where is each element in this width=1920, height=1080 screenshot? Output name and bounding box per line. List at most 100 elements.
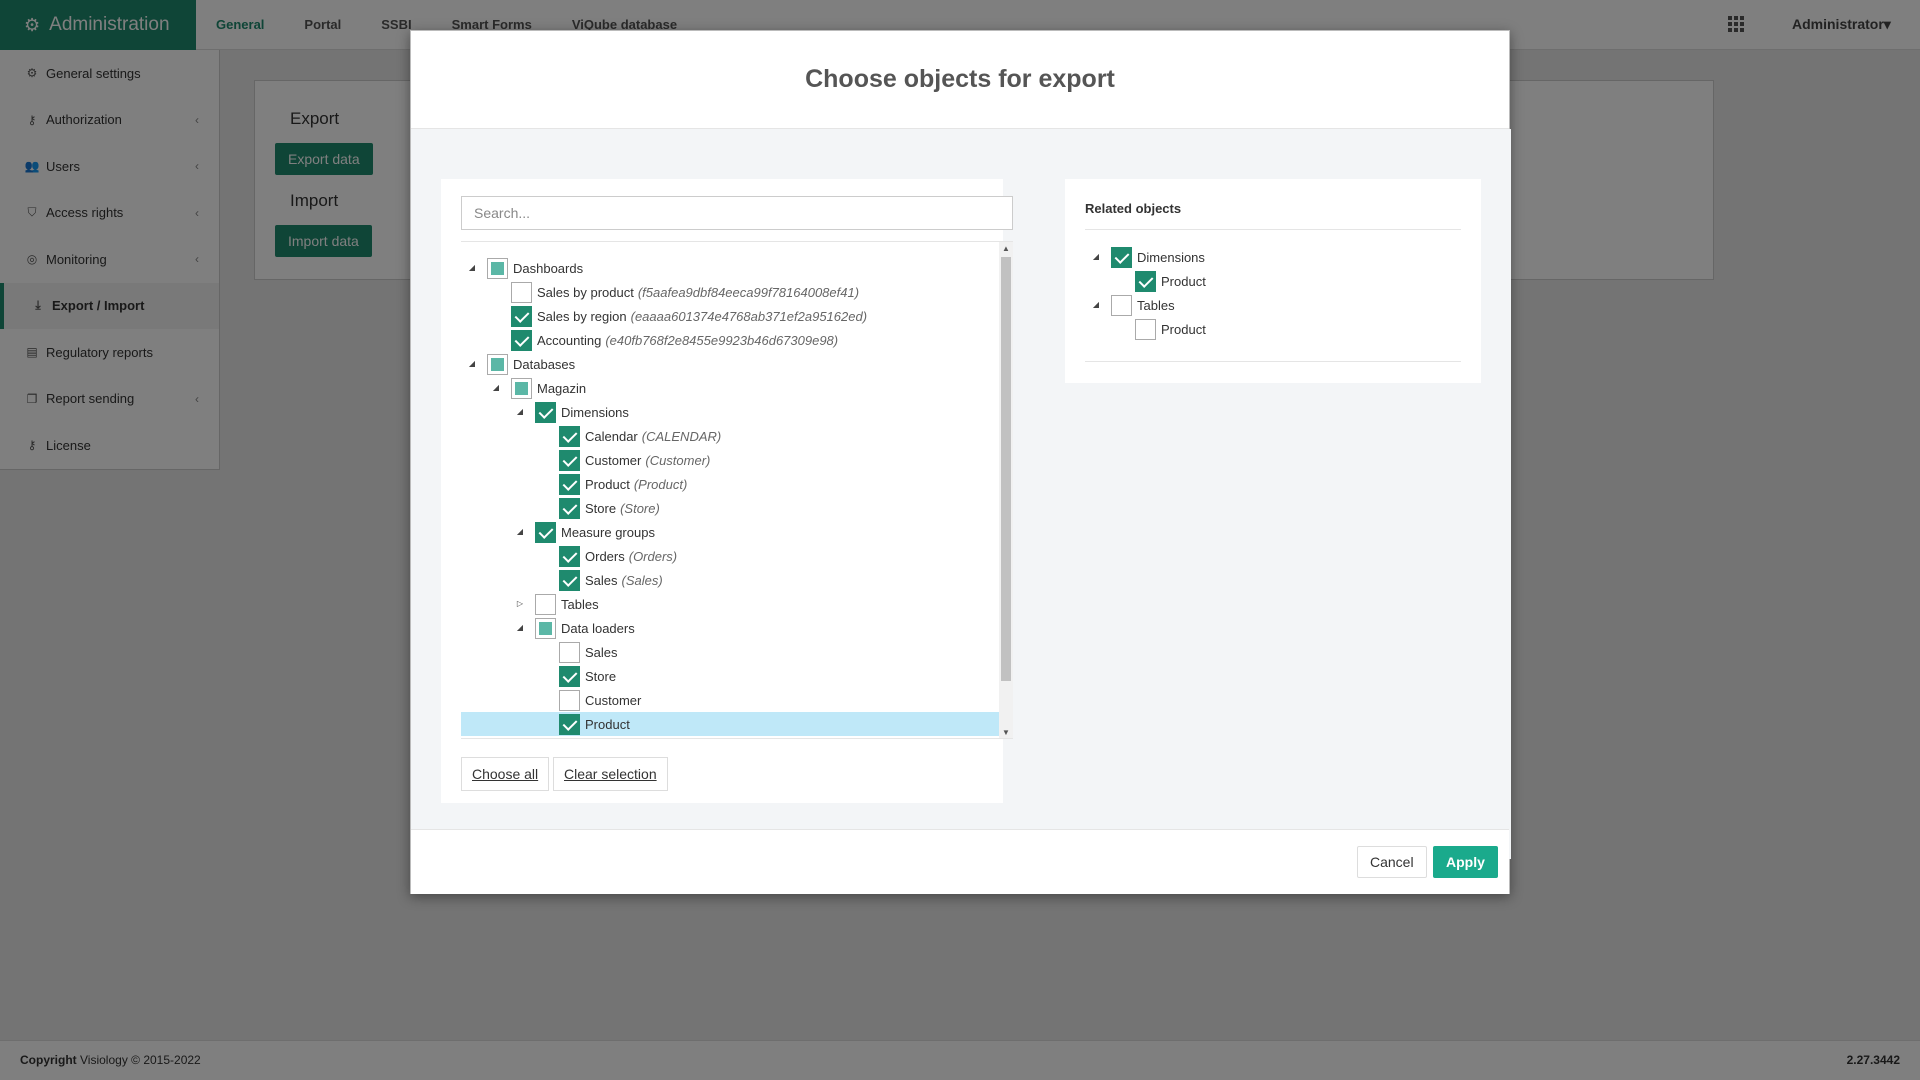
tree-node[interactable]: Orders (Orders) xyxy=(461,544,677,568)
node-code: (f5aafea9dbf84eeca99f78164008ef41) xyxy=(637,284,860,300)
node-checkbox[interactable] xyxy=(511,377,532,399)
choose-all-button[interactable]: Choose all xyxy=(461,757,550,791)
node-code: (CALENDAR) xyxy=(641,428,722,444)
expanded-toggle-icon[interactable]: ◢ xyxy=(467,263,477,273)
expanded-toggle-icon[interactable]: ◢ xyxy=(515,623,525,633)
node-checkbox[interactable] xyxy=(1135,270,1156,292)
tree-node[interactable]: Store xyxy=(461,664,616,688)
cancel-button[interactable]: Cancel xyxy=(1357,846,1427,878)
node-checkbox[interactable] xyxy=(511,305,532,327)
tree-node[interactable]: ◢ Dimensions xyxy=(461,400,629,424)
node-checkbox[interactable] xyxy=(1135,318,1156,340)
expanded-toggle-icon[interactable]: ◢ xyxy=(491,383,501,393)
node-label: Product xyxy=(1161,321,1206,337)
node-checkbox[interactable] xyxy=(1111,246,1132,268)
node-checkbox[interactable] xyxy=(559,569,580,591)
node-label: Data loaders xyxy=(561,620,635,636)
node-label: Dimensions xyxy=(1137,249,1205,265)
node-label: Product xyxy=(1161,273,1206,289)
node-label: Measure groups xyxy=(561,524,655,540)
divider xyxy=(1085,361,1461,362)
tree-node[interactable]: Product xyxy=(1065,269,1206,293)
tree-node[interactable]: Calendar (CALENDAR) xyxy=(461,424,721,448)
tree-node[interactable]: ◢ Tables xyxy=(1065,293,1175,317)
node-checkbox[interactable] xyxy=(511,329,532,351)
node-checkbox[interactable] xyxy=(535,401,556,423)
node-label: Calendar xyxy=(585,428,638,444)
expanded-toggle-icon[interactable]: ◢ xyxy=(1091,252,1101,262)
tree-node[interactable]: Accounting (e40fb768f2e8455e9923b46d67309… xyxy=(461,328,838,352)
export-dialog: Choose objects for export ◢ Dashboards Sal… xyxy=(410,30,1511,894)
tree-scrollbar[interactable]: ▲ ▼ xyxy=(999,242,1013,738)
node-checkbox[interactable] xyxy=(559,545,580,567)
tree-node[interactable]: Customer (Customer) xyxy=(461,448,710,472)
tree-node[interactable]: ◢ Databases xyxy=(461,352,575,376)
related-objects-title: Related objects xyxy=(1085,201,1182,216)
tree-node[interactable]: Store (Store) xyxy=(461,496,660,520)
node-checkbox[interactable] xyxy=(559,497,580,519)
expanded-toggle-icon[interactable]: ◢ xyxy=(1091,300,1101,310)
tree-node[interactable]: ◢ Magazin xyxy=(461,376,586,400)
node-checkbox[interactable] xyxy=(487,353,508,375)
node-checkbox[interactable] xyxy=(559,473,580,495)
node-label: Accounting xyxy=(537,332,602,348)
node-label: Product xyxy=(585,476,630,492)
node-checkbox[interactable] xyxy=(535,593,556,615)
node-code: (Store) xyxy=(620,500,660,516)
tree-node[interactable]: Product (Product) xyxy=(461,472,687,496)
node-checkbox[interactable] xyxy=(559,449,580,471)
tree-node[interactable]: Customer xyxy=(461,688,641,712)
collapsed-toggle-icon[interactable]: ▷ xyxy=(515,599,525,609)
scroll-down-icon[interactable]: ▼ xyxy=(999,726,1013,738)
expanded-toggle-icon[interactable]: ◢ xyxy=(515,527,525,537)
scroll-thumb[interactable] xyxy=(1001,257,1011,681)
node-code: (Customer) xyxy=(645,452,711,468)
tree-node[interactable]: Sales by region (eaaaa601374e4768ab371ef2… xyxy=(461,304,867,328)
node-label: Dashboards xyxy=(513,260,584,276)
node-checkbox[interactable] xyxy=(535,521,556,543)
node-checkbox[interactable] xyxy=(559,641,580,663)
objects-pane: ◢ Dashboards Sales by product(f5aafea9dbf8… xyxy=(441,179,1013,803)
node-code: (Orders) xyxy=(628,548,678,564)
expanded-toggle-icon[interactable]: ◢ xyxy=(467,359,477,369)
tree-node[interactable]: Product xyxy=(461,712,999,736)
tree-node[interactable]: ◢ Dashboards xyxy=(461,256,583,280)
divider xyxy=(1085,229,1461,230)
tree-node[interactable]: Sales (Sales) xyxy=(461,568,663,592)
node-label: Customer xyxy=(585,452,642,468)
node-code: (eaaaa601374e4768ab371ef2a95162ed) xyxy=(630,308,868,324)
node-label: Dimensions xyxy=(561,404,629,420)
tree-node[interactable]: ◢ Measure groups xyxy=(461,520,655,544)
node-checkbox[interactable] xyxy=(559,713,580,735)
node-code: (Product) xyxy=(633,476,688,492)
related-objects-pane: Related objects ◢ Dimensions Product ◢ Table… xyxy=(1065,179,1481,383)
dialog-footer: Cancel Apply xyxy=(411,829,1509,894)
search-input[interactable] xyxy=(461,196,1013,230)
node-checkbox[interactable] xyxy=(535,617,556,639)
node-label: Customer xyxy=(585,692,642,708)
apply-button[interactable]: Apply xyxy=(1433,846,1498,878)
node-checkbox[interactable] xyxy=(559,425,580,447)
dialog-body: ◢ Dashboards Sales by product(f5aafea9dbf8… xyxy=(411,129,1511,859)
expanded-toggle-icon[interactable]: ◢ xyxy=(515,407,525,417)
node-label: Sales xyxy=(585,572,618,588)
clear-selection-button[interactable]: Clear selection xyxy=(553,757,668,791)
tree-node[interactable]: Product xyxy=(1065,317,1206,341)
dialog-title: Choose objects for export xyxy=(805,65,1115,93)
node-label: Tables xyxy=(1137,297,1175,313)
node-checkbox[interactable] xyxy=(1111,294,1132,316)
node-checkbox[interactable] xyxy=(487,257,508,279)
node-label: Magazin xyxy=(537,380,587,396)
node-label: Sales by product xyxy=(537,284,634,300)
tree-node[interactable]: ▷ Tables xyxy=(461,592,599,616)
node-label: Tables xyxy=(561,596,599,612)
tree-node[interactable]: Sales by product (f5aafea9dbf84eeca99f781… xyxy=(461,280,859,304)
node-checkbox[interactable] xyxy=(559,665,580,687)
tree-node[interactable]: ◢ Data loaders xyxy=(461,616,635,640)
node-checkbox[interactable] xyxy=(559,689,580,711)
scroll-up-icon[interactable]: ▲ xyxy=(999,242,1013,256)
node-label: Orders xyxy=(585,548,625,564)
tree-node[interactable]: Sales xyxy=(461,640,618,664)
tree-node[interactable]: ◢ Dimensions xyxy=(1065,245,1205,269)
node-checkbox[interactable] xyxy=(511,281,532,303)
